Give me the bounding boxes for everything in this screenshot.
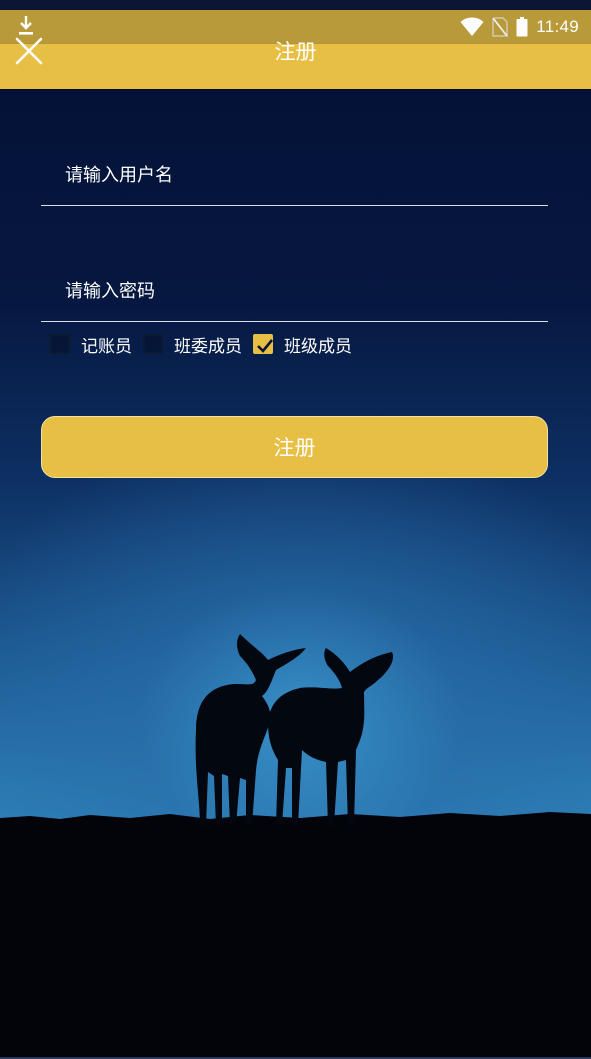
role-option-class-member[interactable]: 班级成员: [253, 332, 352, 357]
deer-silhouette-background: [0, 634, 591, 1059]
username-field[interactable]: [41, 145, 548, 206]
role-label: 记账员: [81, 336, 132, 357]
wifi-icon: [460, 17, 484, 36]
checkmark-icon: [257, 339, 274, 353]
register-screen: 11:49 注册 记账员 班委成员 班级成员 注册: [0, 0, 591, 1059]
checkbox-checked[interactable]: [253, 334, 274, 354]
top-strip: [0, 0, 591, 10]
battery-icon: [516, 17, 528, 37]
password-field[interactable]: [41, 261, 548, 322]
checkbox[interactable]: [50, 334, 70, 354]
password-input[interactable]: [41, 261, 548, 321]
status-icons: 11:49: [460, 14, 579, 40]
role-label: 班级成员: [284, 336, 352, 357]
role-option-class-committee[interactable]: 班委成员: [143, 332, 242, 357]
download-icon: [19, 16, 33, 35]
register-button[interactable]: 注册: [41, 416, 548, 478]
role-option-bookkeeper[interactable]: 记账员: [50, 332, 132, 357]
checkbox[interactable]: [143, 334, 163, 354]
clock: 11:49: [536, 17, 579, 36]
no-sim-icon: [492, 17, 508, 37]
role-options: 记账员 班委成员 班级成员: [50, 331, 363, 357]
page-title: 注册: [274, 40, 317, 64]
username-input[interactable]: [41, 145, 548, 205]
role-label: 班委成员: [174, 336, 242, 357]
